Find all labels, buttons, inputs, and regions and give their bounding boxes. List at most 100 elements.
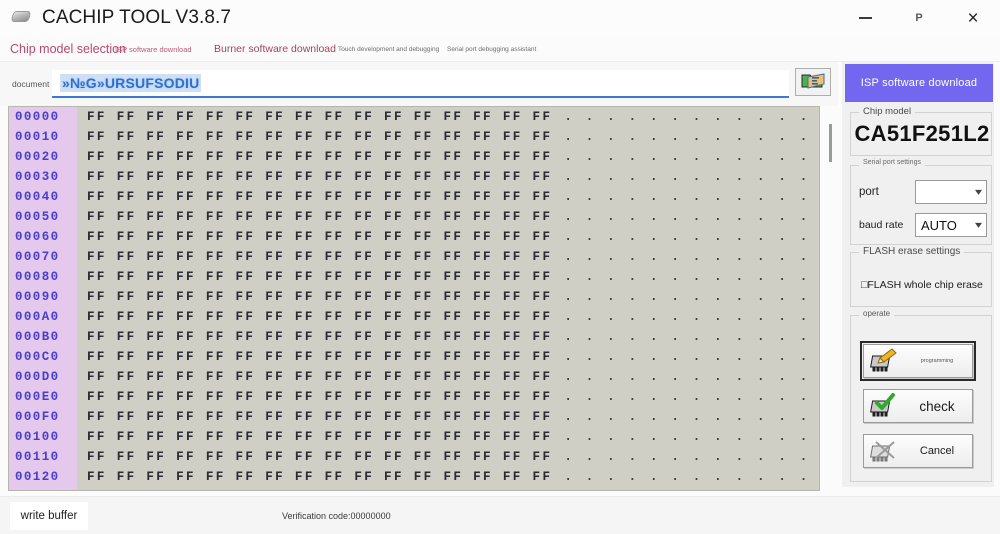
hex-ascii: . . . . . . . . . . . . . . . . <box>564 210 819 224</box>
hex-ascii: . . . . . . . . . . . . . . . . <box>564 110 819 124</box>
hex-ascii: . . . . . . . . . . . . . . . . <box>564 450 819 464</box>
tab-label: Touch development and debugging <box>338 45 440 53</box>
hex-ascii: . . . . . . . . . . . . . . . . <box>564 430 819 444</box>
programming-button[interactable]: programming <box>860 341 976 381</box>
window-controls: P × <box>838 0 1000 36</box>
hex-ascii: . . . . . . . . . . . . . . . . <box>564 270 819 284</box>
hex-row[interactable]: 00130 FF FF FF FF FF FF FF FF FF FF FF FF… <box>9 487 820 491</box>
close-button[interactable]: × <box>946 0 1000 36</box>
port-label: port <box>859 186 879 198</box>
hex-bytes: FF FF FF FF FF FF FF FF FF FF FF FF FF F… <box>87 230 553 244</box>
scrollbar-thumb[interactable] <box>829 124 832 162</box>
write-buffer-button[interactable]: write buffer <box>10 502 88 530</box>
minimize-button[interactable] <box>838 0 892 36</box>
chip-pencil-icon <box>868 348 902 374</box>
hex-bytes: FF FF FF FF FF FF FF FF FF FF FF FF FF F… <box>87 430 553 444</box>
hex-row[interactable]: 000D0 FF FF FF FF FF FF FF FF FF FF FF FF… <box>9 367 819 387</box>
hex-ascii: . . . . . . . . . . . . . . . . <box>564 130 819 144</box>
serial-settings-legend: Serial port settings <box>859 159 925 166</box>
tab-label: Chip model selection <box>10 42 127 56</box>
chevron-down-icon: ▾ <box>974 219 983 231</box>
hex-address: 00070 <box>9 247 77 267</box>
hex-row[interactable]: 00100 FF FF FF FF FF FF FF FF FF FF FF FF… <box>9 427 819 447</box>
hex-ascii: . . . . . . . . . . . . . . . . <box>564 350 819 364</box>
document-row: document »№G»URSUFSODIU <box>0 62 838 106</box>
hex-ascii: . . . . . . . . . . . . . . . . <box>564 230 819 244</box>
tab-label: Burner software download <box>214 43 336 55</box>
hex-row[interactable]: 00070 FF FF FF FF FF FF FF FF FF FF FF FF… <box>9 247 819 267</box>
hex-bytes: FF FF FF FF FF FF FF FF FF FF FF FF FF F… <box>87 150 553 164</box>
hex-editor[interactable]: 00000 FF FF FF FF FF FF FF FF FF FF FF FF… <box>8 106 820 491</box>
hex-row[interactable]: 000F0 FF FF FF FF FF FF FF FF FF FF FF FF… <box>9 407 819 427</box>
browse-file-button[interactable] <box>795 68 831 96</box>
hex-row[interactable]: 00030 FF FF FF FF FF FF FF FF FF FF FF FF… <box>9 167 819 187</box>
hex-address: 00090 <box>9 287 77 307</box>
serial-port-settings-group: Serial port settings port ▾ baud rate AU… <box>850 159 992 245</box>
hex-row[interactable]: 00080 FF FF FF FF FF FF FF FF FF FF FF FF… <box>9 267 819 287</box>
tab-serial-port-debugging-assistant[interactable]: Serial port debugging assistant <box>447 36 536 62</box>
hex-bytes: FF FF FF FF FF FF FF FF FF FF FF FF FF F… <box>87 410 553 424</box>
tab-bar: Chip model selection ISP software downlo… <box>0 36 1000 62</box>
hex-address: 000A0 <box>9 307 77 327</box>
hex-row[interactable]: 00040 FF FF FF FF FF FF FF FF FF FF FF FF… <box>9 187 819 207</box>
hex-bytes: FF FF FF FF FF FF FF FF FF FF FF FF FF F… <box>87 110 553 124</box>
hex-ascii: . . . . . . . . . . . . . . . . <box>564 190 819 204</box>
hex-row[interactable]: 00020 FF FF FF FF FF FF FF FF FF FF FF FF… <box>9 147 819 167</box>
hex-row[interactable]: 000A0 FF FF FF FF FF FF FF FF FF FF FF FF… <box>9 307 819 327</box>
baud-rate-select[interactable]: AUTO ▾ <box>915 213 987 237</box>
restore-label: P <box>915 12 923 24</box>
hex-bytes: FF FF FF FF FF FF FF FF FF FF FF FF FF F… <box>87 270 553 284</box>
port-select[interactable]: ▾ <box>915 180 987 204</box>
chip-model-value: CA51F251L2 <box>854 121 990 146</box>
hex-bytes: FF FF FF FF FF FF FF FF FF FF FF FF FF F… <box>87 390 553 404</box>
hex-row[interactable]: 00120 FF FF FF FF FF FF FF FF FF FF FF FF… <box>9 467 819 487</box>
hex-row[interactable]: 000C0 FF FF FF FF FF FF FF FF FF FF FF FF… <box>9 347 819 367</box>
window-title: CACHIP TOOL V3.8.7 <box>42 7 232 28</box>
hex-address: 000F0 <box>9 407 77 427</box>
hex-address: 00050 <box>9 207 77 227</box>
cancel-label: Cancel <box>919 445 955 457</box>
chevron-down-icon: ▾ <box>974 186 983 198</box>
hex-ascii: . . . . . . . . . . . . . . . . <box>564 470 819 484</box>
hex-address: 00010 <box>9 127 77 147</box>
hex-bytes: FF FF FF FF FF FF FF FF FF FF FF FF FF F… <box>87 330 553 344</box>
tab-touch-development-and-debugging[interactable]: Touch development and debugging <box>338 36 439 62</box>
hex-row[interactable]: 00090 FF FF FF FF FF FF FF FF FF FF FF FF… <box>9 287 819 307</box>
chip-icon <box>10 11 32 25</box>
hex-row[interactable]: 00010 FF FF FF FF FF FF FF FF FF FF FF FF… <box>9 127 819 147</box>
tab-label: Serial port debugging assistant <box>447 45 537 53</box>
tab-isp-software-download[interactable]: ISP software download <box>115 36 192 62</box>
baud-rate-row: baud rate AUTO ▾ <box>859 213 987 237</box>
chip-model-group: Chip model CA51F251L2 <box>850 106 992 156</box>
flash-whole-chip-erase-checkbox[interactable]: □FLASH whole chip erase <box>861 279 983 291</box>
hex-ascii: . . . . . . . . . . . . . . . . <box>564 370 819 384</box>
hex-row[interactable]: 00000 FF FF FF FF FF FF FF FF FF FF FF FF… <box>9 107 819 127</box>
hex-bytes: FF FF FF FF FF FF FF FF FF FF FF FF FF F… <box>87 450 553 464</box>
document-path-input[interactable]: »№G»URSUFSODIU <box>52 70 789 98</box>
hex-row[interactable]: 000E0 FF FF FF FF FF FF FF FF FF FF FF FF… <box>9 387 819 407</box>
hex-row[interactable]: 00110 FF FF FF FF FF FF FF FF FF FF FF FF… <box>9 447 819 467</box>
hex-bytes: FF FF FF FF FF FF FF FF FF FF FF FF FF F… <box>87 170 553 184</box>
hex-address: 000C0 <box>9 347 77 367</box>
hex-row[interactable]: 000B0 FF FF FF FF FF FF FF FF FF FF FF FF… <box>9 327 819 347</box>
close-icon: × <box>967 7 979 29</box>
hex-address: 00030 <box>9 167 77 187</box>
hex-bytes: FF FF FF FF FF FF FF FF FF FF FF FF FF F… <box>87 370 553 384</box>
hex-address: 00040 <box>9 187 77 207</box>
hex-ascii: . . . . . . . . . . . . . . . . <box>564 310 819 324</box>
hex-ascii: . . . . . . . . . . . . . . . . <box>564 490 820 491</box>
hex-bytes: FF FF FF FF FF FF FF FF FF FF FF FF FF F… <box>87 490 552 491</box>
hex-row[interactable]: 00050 FF FF FF FF FF FF FF FF FF FF FF FF… <box>9 207 819 227</box>
port-row: port ▾ <box>859 180 987 204</box>
hex-bytes: FF FF FF FF FF FF FF FF FF FF FF FF FF F… <box>87 310 553 324</box>
cancel-button[interactable]: Cancel <box>863 434 973 468</box>
hex-address: 00060 <box>9 227 77 247</box>
tab-burner-software-download[interactable]: Burner software download <box>214 36 336 62</box>
tab-chip-model-selection[interactable]: Chip model selection <box>10 36 126 62</box>
check-button[interactable]: check <box>863 389 973 423</box>
restore-button[interactable]: P <box>892 0 946 36</box>
hex-scrollbar[interactable] <box>827 108 835 491</box>
chip-model-legend: Chip model <box>859 106 916 117</box>
isp-software-download-button[interactable]: ISP software download <box>845 64 993 102</box>
hex-row[interactable]: 00060 FF FF FF FF FF FF FF FF FF FF FF FF… <box>9 227 819 247</box>
